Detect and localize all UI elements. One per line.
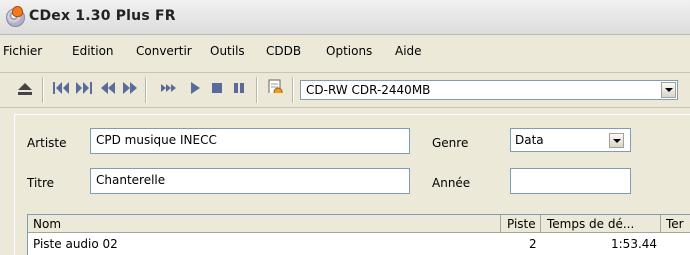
menu-options[interactable]: Options [326, 44, 372, 58]
pause-icon[interactable] [232, 81, 246, 95]
stop-icon[interactable] [210, 81, 224, 95]
cdex-app-icon [6, 6, 25, 27]
column-header-track[interactable]: Piste [501, 215, 541, 233]
toolbar-separator [256, 77, 258, 103]
toolbar-separator [145, 77, 147, 103]
title-field-value: Chanterelle [96, 173, 166, 187]
track-name: Piste audio 02 [33, 237, 118, 251]
column-header-end[interactable]: Ter [661, 215, 690, 233]
toolbar-separator [42, 77, 44, 103]
skip-back-icon[interactable] [52, 81, 70, 95]
toolbar-separator [292, 77, 294, 103]
genre-select[interactable]: Data [510, 128, 631, 152]
genre-select-value: Data [515, 133, 544, 147]
skip-forward-icon[interactable] [75, 81, 93, 95]
menu-cddb[interactable]: CDDB [266, 44, 301, 58]
play-icon[interactable] [189, 81, 201, 95]
window-title: CDex 1.30 Plus FR [29, 8, 176, 24]
artist-label: Artiste [27, 136, 67, 150]
title-bar: CDex 1.30 Plus FR [0, 0, 690, 35]
title-label: Titre [27, 176, 55, 190]
drive-select-value: CD-RW CDR-2440MB [306, 83, 431, 97]
menu-outils[interactable]: Outils [210, 44, 245, 58]
title-field[interactable]: Chanterelle [90, 168, 410, 194]
track-number: 2 [529, 237, 537, 251]
fast-play-icon[interactable] [160, 81, 178, 95]
column-header-start-time[interactable]: Temps de dé... [541, 215, 661, 233]
year-label: Année [432, 176, 471, 190]
rewind-icon[interactable] [100, 81, 116, 95]
refresh-icon[interactable] [266, 79, 284, 93]
artist-field[interactable]: CPD musique INECC [90, 128, 410, 154]
drive-select[interactable]: CD-RW CDR-2440MB [300, 80, 678, 100]
column-header-name[interactable]: Nom [28, 215, 501, 233]
menu-convertir[interactable]: Convertir [136, 44, 192, 58]
artist-field-value: CPD musique INECC [96, 133, 217, 147]
track-list: Nom Piste Temps de dé... Ter Piste audio… [27, 214, 690, 255]
genre-label: Genre [432, 136, 469, 150]
menu-aide[interactable]: Aide [395, 44, 422, 58]
chevron-down-icon[interactable] [661, 82, 676, 98]
track-start-time: 1:53.44 [611, 237, 658, 251]
eject-icon[interactable] [17, 82, 33, 96]
chevron-down-icon[interactable] [609, 133, 624, 148]
year-field[interactable] [510, 168, 631, 194]
fast-forward-icon[interactable] [122, 81, 138, 95]
menu-fichier[interactable]: Fichier [3, 44, 42, 58]
menu-edition[interactable]: Edition [72, 44, 114, 58]
menu-bar: Fichier Edition Convertir Outils CDDB Op… [0, 41, 690, 63]
